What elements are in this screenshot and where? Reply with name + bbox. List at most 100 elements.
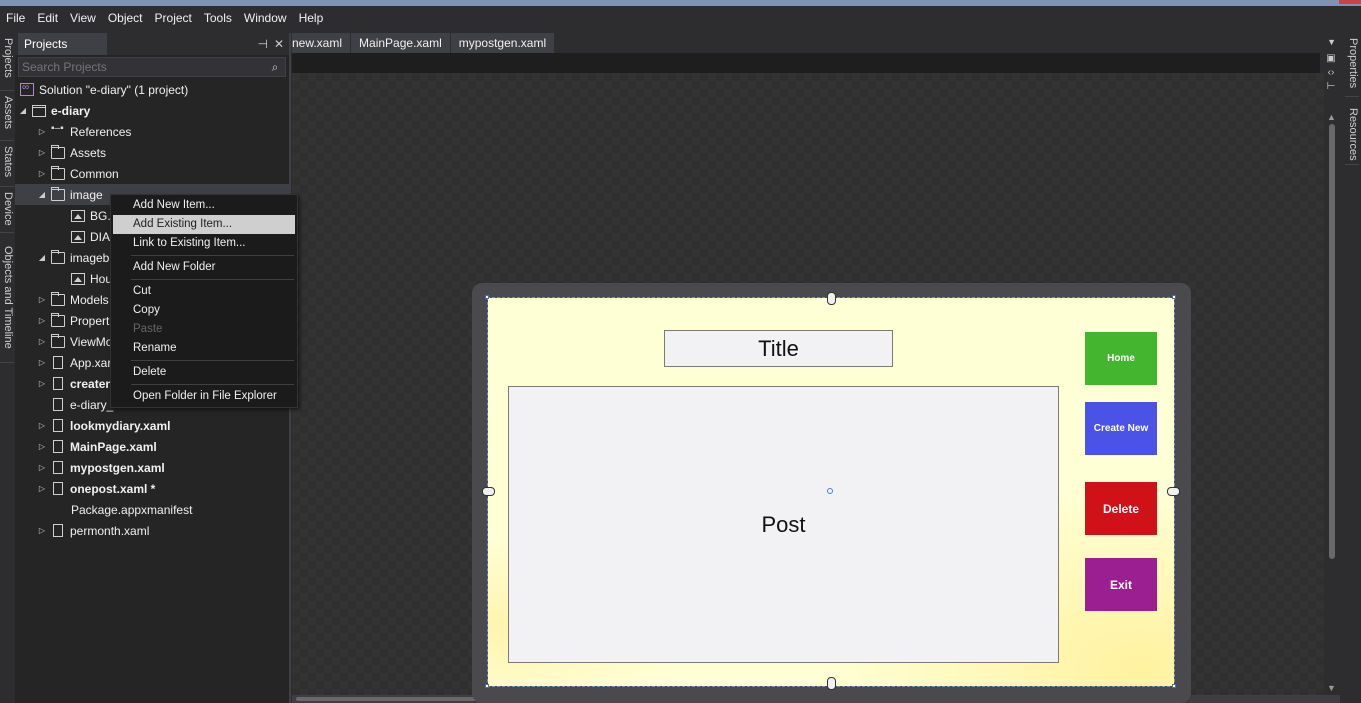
tree-item-project[interactable]: ◢ e-diary (15, 100, 289, 121)
vtab-resources[interactable]: Resources (1345, 105, 1359, 165)
menu-item-rename[interactable]: Rename (113, 339, 295, 358)
post-text: Post (761, 511, 806, 537)
exit-button[interactable]: Exit (1085, 558, 1157, 611)
collapsed-triangle-icon[interactable]: ▷ (36, 526, 48, 535)
menu-help[interactable]: Help (293, 6, 330, 30)
collapsed-triangle-icon[interactable]: ▷ (36, 148, 48, 157)
scroll-up-icon[interactable]: ▲ (1327, 112, 1336, 122)
tree-item-label: Package.appxmanifest (71, 502, 193, 517)
artboard-copy-icon[interactable]: ▣ (1326, 53, 1335, 64)
menu-item-add-existing-item[interactable]: Add Existing Item... (113, 215, 295, 234)
right-tool-strip: Properties Resources (1342, 33, 1361, 703)
menu-item-cut[interactable]: Cut (113, 282, 295, 301)
tree-item-assets[interactable]: ▷ Assets (15, 142, 289, 163)
tab-dropdown-icon[interactable]: ▼ (1327, 33, 1336, 51)
resize-handle-top-right[interactable] (1172, 295, 1176, 299)
tree-item-package-manifest[interactable]: Package.appxmanifest (15, 499, 289, 520)
menu-project[interactable]: Project (149, 6, 198, 30)
menu-separator (131, 360, 294, 361)
expanded-triangle-icon[interactable]: ◢ (36, 190, 48, 199)
exit-button-label: Exit (1109, 577, 1132, 592)
xaml-file-icon (53, 461, 63, 474)
tree-item-onepost-xaml[interactable]: ▷ onepost.xaml * (15, 478, 289, 499)
collapsed-triangle-icon[interactable]: ▷ (36, 442, 48, 451)
scroll-down-icon[interactable]: ▼ (1327, 683, 1336, 693)
render-center-marker[interactable] (827, 488, 833, 494)
tree-item-mainpage-xaml[interactable]: ▷ MainPage.xaml (15, 436, 289, 457)
tree-item-label: Solution "e-diary" (1 project) (39, 82, 189, 97)
menu-item-link-to-existing-item[interactable]: Link to Existing Item... (113, 234, 295, 253)
collapsed-triangle-icon[interactable]: ▷ (36, 169, 48, 178)
tree-item-mypostgen-xaml[interactable]: ▷ mypostgen.xaml (15, 457, 289, 478)
search-projects-input[interactable] (22, 60, 265, 74)
collapsed-triangle-icon[interactable]: ▷ (36, 463, 48, 472)
menu-edit[interactable]: Edit (31, 6, 64, 30)
menu-item-add-new-item[interactable]: Add New Item... (113, 196, 295, 215)
expanded-triangle-icon[interactable]: ◢ (36, 253, 48, 262)
tree-item-label: ViewMo (70, 334, 113, 349)
resize-handle-top-left[interactable] (485, 295, 489, 299)
post-textbox[interactable]: Post (508, 386, 1059, 663)
delete-button[interactable]: Delete (1085, 482, 1157, 535)
tree-item-label: e-diary (51, 103, 91, 118)
vtab-assets[interactable]: Assets (0, 93, 14, 141)
design-page[interactable]: Title Post Home Create New Delete Exit (488, 298, 1174, 686)
menu-tools[interactable]: Tools (198, 6, 238, 30)
create-new-button[interactable]: Create New (1085, 402, 1157, 455)
split-view-icon[interactable]: ⊢ (1327, 81, 1336, 92)
resize-grip-top[interactable] (827, 292, 836, 305)
title-text: Title (758, 335, 799, 361)
close-icon[interactable]: ✕ (274, 37, 284, 51)
menu-view[interactable]: View (64, 6, 102, 30)
tree-item-references[interactable]: ▷ References (15, 121, 289, 142)
resize-grip-right[interactable] (1167, 487, 1180, 496)
search-icon[interactable]: ⌕ (265, 60, 285, 75)
tab-new-xaml[interactable]: new.xaml (292, 33, 351, 53)
window-close-button[interactable] (1339, 0, 1361, 4)
collapsed-triangle-icon[interactable]: ▷ (36, 379, 48, 388)
vtab-objects-and-timeline[interactable]: Objects and Timeline (0, 243, 14, 363)
tree-item-lookmydiary-xaml[interactable]: ▷ lookmydiary.xaml (15, 415, 289, 436)
pin-icon[interactable]: ⊣ (257, 37, 267, 51)
menu-object[interactable]: Object (102, 6, 149, 30)
collapsed-triangle-icon[interactable]: ▷ (36, 421, 48, 430)
tree-item-label: Hou (90, 271, 113, 286)
tree-item-solution[interactable]: Solution "e-diary" (1 project) (15, 79, 289, 100)
collapsed-triangle-icon[interactable]: ▷ (36, 295, 48, 304)
menu-item-copy[interactable]: Copy (113, 301, 295, 320)
collapsed-triangle-icon[interactable]: ▷ (36, 484, 48, 493)
artboard-vertical-scrollbar[interactable]: ▲ ▼ (1324, 112, 1340, 695)
title-textbox[interactable]: Title (664, 330, 893, 367)
vtab-device[interactable]: Device (0, 189, 14, 233)
tree-item-label: image (70, 187, 103, 202)
tree-item-label: Common (70, 166, 119, 181)
document-tab-bar: new.xaml MainPage.xaml mypostgen.xaml ▼ (292, 33, 1340, 53)
vtab-projects[interactable]: Projects (0, 35, 14, 91)
collapsed-triangle-icon[interactable]: ▷ (36, 337, 48, 346)
tree-item-permonth-xaml[interactable]: ▷ permonth.xaml (15, 520, 289, 541)
projects-panel-title[interactable]: Projects (18, 33, 108, 55)
vtab-states[interactable]: States (0, 143, 14, 187)
vtab-properties[interactable]: Properties (1345, 35, 1359, 97)
collapsed-triangle-icon[interactable]: ▷ (36, 358, 48, 367)
tab-mainpage-xaml[interactable]: MainPage.xaml (351, 33, 450, 53)
expanded-triangle-icon[interactable]: ◢ (17, 106, 29, 115)
tree-item-common[interactable]: ▷ Common (15, 163, 289, 184)
menu-item-add-new-folder[interactable]: Add New Folder (113, 258, 295, 277)
resize-grip-bottom[interactable] (827, 677, 836, 690)
search-projects-box[interactable]: ⌕ (18, 57, 286, 77)
code-view-icon[interactable]: ‹› (1328, 67, 1335, 78)
tab-mypostgen-xaml[interactable]: mypostgen.xaml (450, 33, 555, 53)
collapsed-triangle-icon[interactable]: ▷ (36, 316, 48, 325)
menu-window[interactable]: Window (238, 6, 293, 30)
vertical-scroll-thumb[interactable] (1329, 124, 1335, 559)
menu-file[interactable]: File (0, 6, 31, 30)
home-button[interactable]: Home (1085, 332, 1157, 385)
menu-item-delete[interactable]: Delete (113, 363, 295, 382)
resize-grip-left[interactable] (482, 487, 495, 496)
collapsed-triangle-icon[interactable]: ▷ (36, 127, 48, 136)
resize-handle-bottom-left[interactable] (485, 684, 489, 688)
file-icon (53, 398, 63, 411)
resize-handle-bottom-right[interactable] (1172, 684, 1176, 688)
menu-item-open-folder-in-file-explorer[interactable]: Open Folder in File Explorer (113, 387, 295, 406)
